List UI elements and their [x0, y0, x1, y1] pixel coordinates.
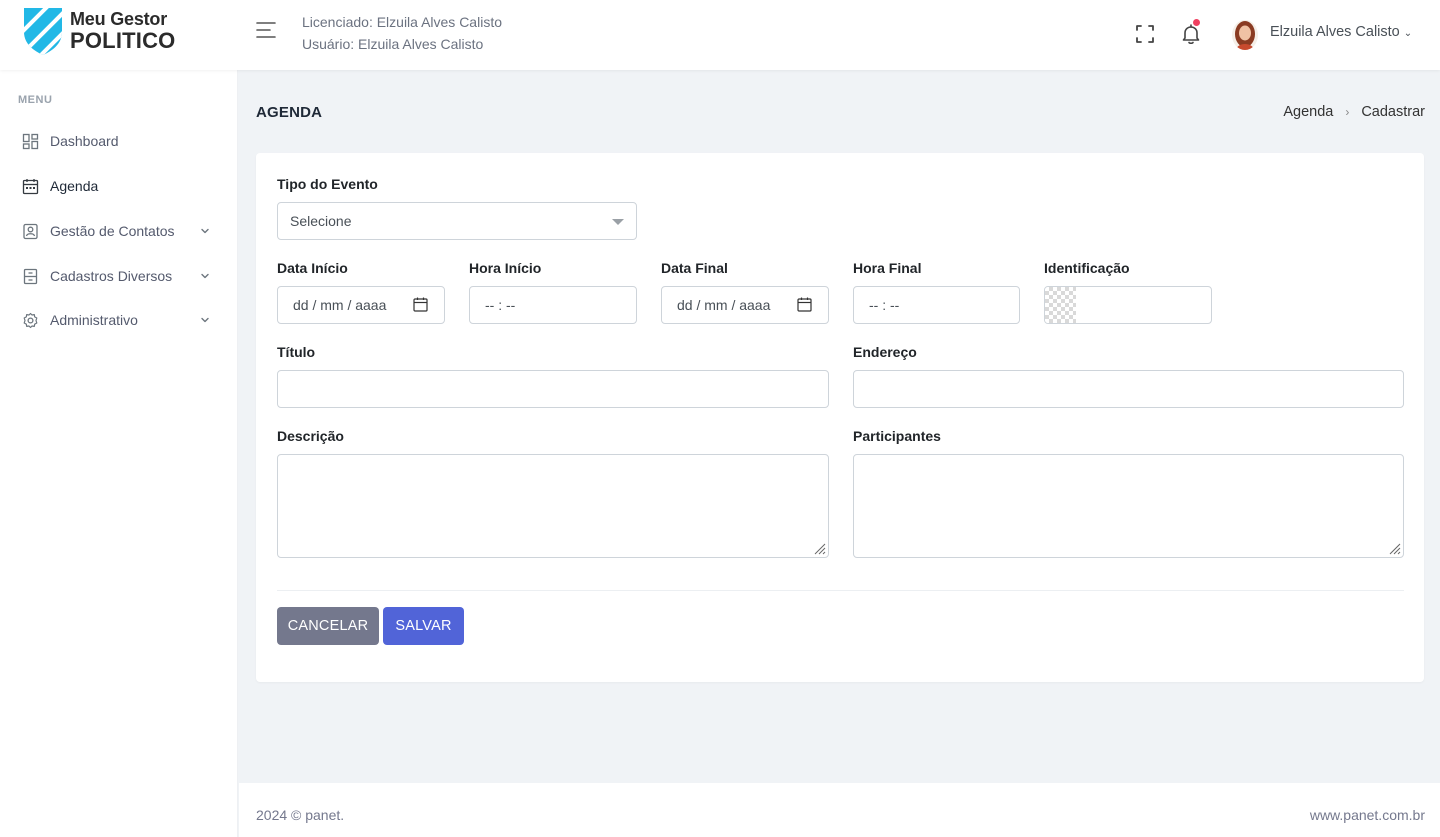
breadcrumb-current: Cadastrar	[1361, 104, 1425, 120]
sidebar-item-label: Administrativo	[50, 312, 138, 328]
sidebar-item-cadastros-diversos[interactable]: Cadastros Diversos	[0, 256, 238, 296]
sidebar-item-label: Agenda	[50, 178, 99, 194]
calendar-picker-icon[interactable]	[797, 297, 812, 312]
license-info: Licenciado: Elzuila Alves Calisto Usuári…	[302, 11, 502, 55]
calendar-icon	[22, 178, 39, 194]
breadcrumb-separator-icon: ›	[1345, 105, 1350, 119]
sidebar-item-dashboard[interactable]: Dashboard	[0, 121, 238, 161]
records-icon	[23, 268, 38, 284]
avatar[interactable]	[1232, 20, 1258, 50]
descricao-label: Descrição	[277, 428, 344, 444]
titulo-input[interactable]	[277, 370, 829, 408]
data-inicio-placeholder: dd / mm / aaaa	[293, 297, 387, 313]
chevron-down-icon	[201, 228, 209, 234]
fullscreen-icon[interactable]	[1133, 22, 1157, 46]
footer: 2024 © panet. www.panet.com.br	[239, 783, 1440, 837]
tipo-evento-label: Tipo do Evento	[277, 176, 378, 192]
hora-inicio-label: Hora Início	[469, 260, 542, 276]
top-header: Meu Gestor POLITICO Licenciado: Elzuila …	[0, 0, 1440, 70]
data-final-placeholder: dd / mm / aaaa	[677, 297, 771, 313]
save-button[interactable]: SALVAR	[383, 607, 464, 645]
descricao-textarea[interactable]	[277, 454, 829, 558]
endereco-label: Endereço	[853, 344, 917, 360]
data-inicio-field[interactable]: dd / mm / aaaa	[277, 286, 445, 324]
hora-inicio-placeholder: -- : --	[485, 297, 516, 313]
shield-logo-icon	[24, 8, 62, 55]
cancel-button[interactable]: CANCELAR	[277, 607, 379, 645]
data-final-field[interactable]: dd / mm / aaaa	[661, 286, 829, 324]
sidebar-item-agenda[interactable]: Agenda	[0, 166, 238, 206]
footer-copyright: 2024 © panet.	[256, 807, 345, 823]
breadcrumb-link-agenda[interactable]: Agenda	[1283, 104, 1333, 120]
sidebar-item-label: Cadastros Diversos	[50, 268, 173, 284]
sidebar-item-administrativo[interactable]: Administrativo	[0, 300, 238, 340]
contacts-icon	[23, 223, 38, 239]
tipo-evento-select[interactable]: Selecione	[277, 202, 637, 240]
calendar-picker-icon[interactable]	[413, 297, 428, 312]
breadcrumb: Agenda › Cadastrar	[1283, 104, 1425, 120]
participantes-label: Participantes	[853, 428, 941, 444]
sidebar-item-gestao-contatos[interactable]: Gestão de Contatos	[0, 211, 238, 251]
license-text: Licenciado: Elzuila Alves Calisto	[302, 14, 502, 30]
tipo-evento-value: Selecione	[290, 213, 352, 229]
sidebar-item-label: Dashboard	[50, 133, 119, 149]
dashboard-icon	[22, 133, 39, 149]
hora-final-label: Hora Final	[853, 260, 922, 276]
dropdown-arrow-icon	[612, 219, 624, 225]
footer-website-link[interactable]: www.panet.com.br	[1310, 807, 1425, 823]
identificacao-label: Identificação	[1044, 260, 1130, 276]
bell-icon[interactable]	[1179, 22, 1203, 46]
user-text: Usuário: Elzuila Alves Calisto	[302, 36, 484, 52]
brand-logo[interactable]: Meu Gestor POLITICO	[22, 6, 176, 56]
hora-final-placeholder: -- : --	[869, 297, 900, 313]
color-swatch	[1045, 287, 1076, 323]
user-menu-name: Elzuila Alves Calisto	[1270, 24, 1400, 40]
page-title: AGENDA	[256, 104, 323, 121]
chevron-down-icon: ⌄	[1403, 28, 1413, 39]
menu-title: MENU	[18, 94, 53, 106]
sidebar-item-label: Gestão de Contatos	[50, 223, 175, 239]
hora-final-field[interactable]: -- : --	[853, 286, 1020, 324]
hora-inicio-field[interactable]: -- : --	[469, 286, 637, 324]
participantes-textarea[interactable]	[853, 454, 1404, 558]
data-inicio-label: Data Início	[277, 260, 348, 276]
menu-toggle-icon[interactable]	[256, 20, 278, 40]
user-menu[interactable]: Elzuila Alves Calisto ⌄	[1270, 24, 1412, 40]
resize-handle-icon[interactable]	[1389, 543, 1401, 555]
endereco-input[interactable]	[853, 370, 1404, 408]
gear-icon	[23, 312, 38, 328]
data-final-label: Data Final	[661, 260, 728, 276]
titulo-label: Título	[277, 344, 316, 360]
chevron-down-icon	[201, 317, 209, 323]
agenda-form-card: Tipo do Evento Selecione Data Início dd …	[256, 153, 1424, 682]
notification-badge	[1193, 19, 1200, 26]
sidebar: MENU Dashboard Agenda Gestão de Contatos	[0, 70, 238, 837]
form-divider	[277, 590, 1404, 591]
chevron-down-icon	[201, 273, 209, 279]
brand-line2: POLITICO	[70, 28, 176, 53]
resize-handle-icon[interactable]	[814, 543, 826, 555]
brand-line1: Meu Gestor	[70, 9, 168, 29]
identificacao-color-picker[interactable]	[1044, 286, 1212, 324]
